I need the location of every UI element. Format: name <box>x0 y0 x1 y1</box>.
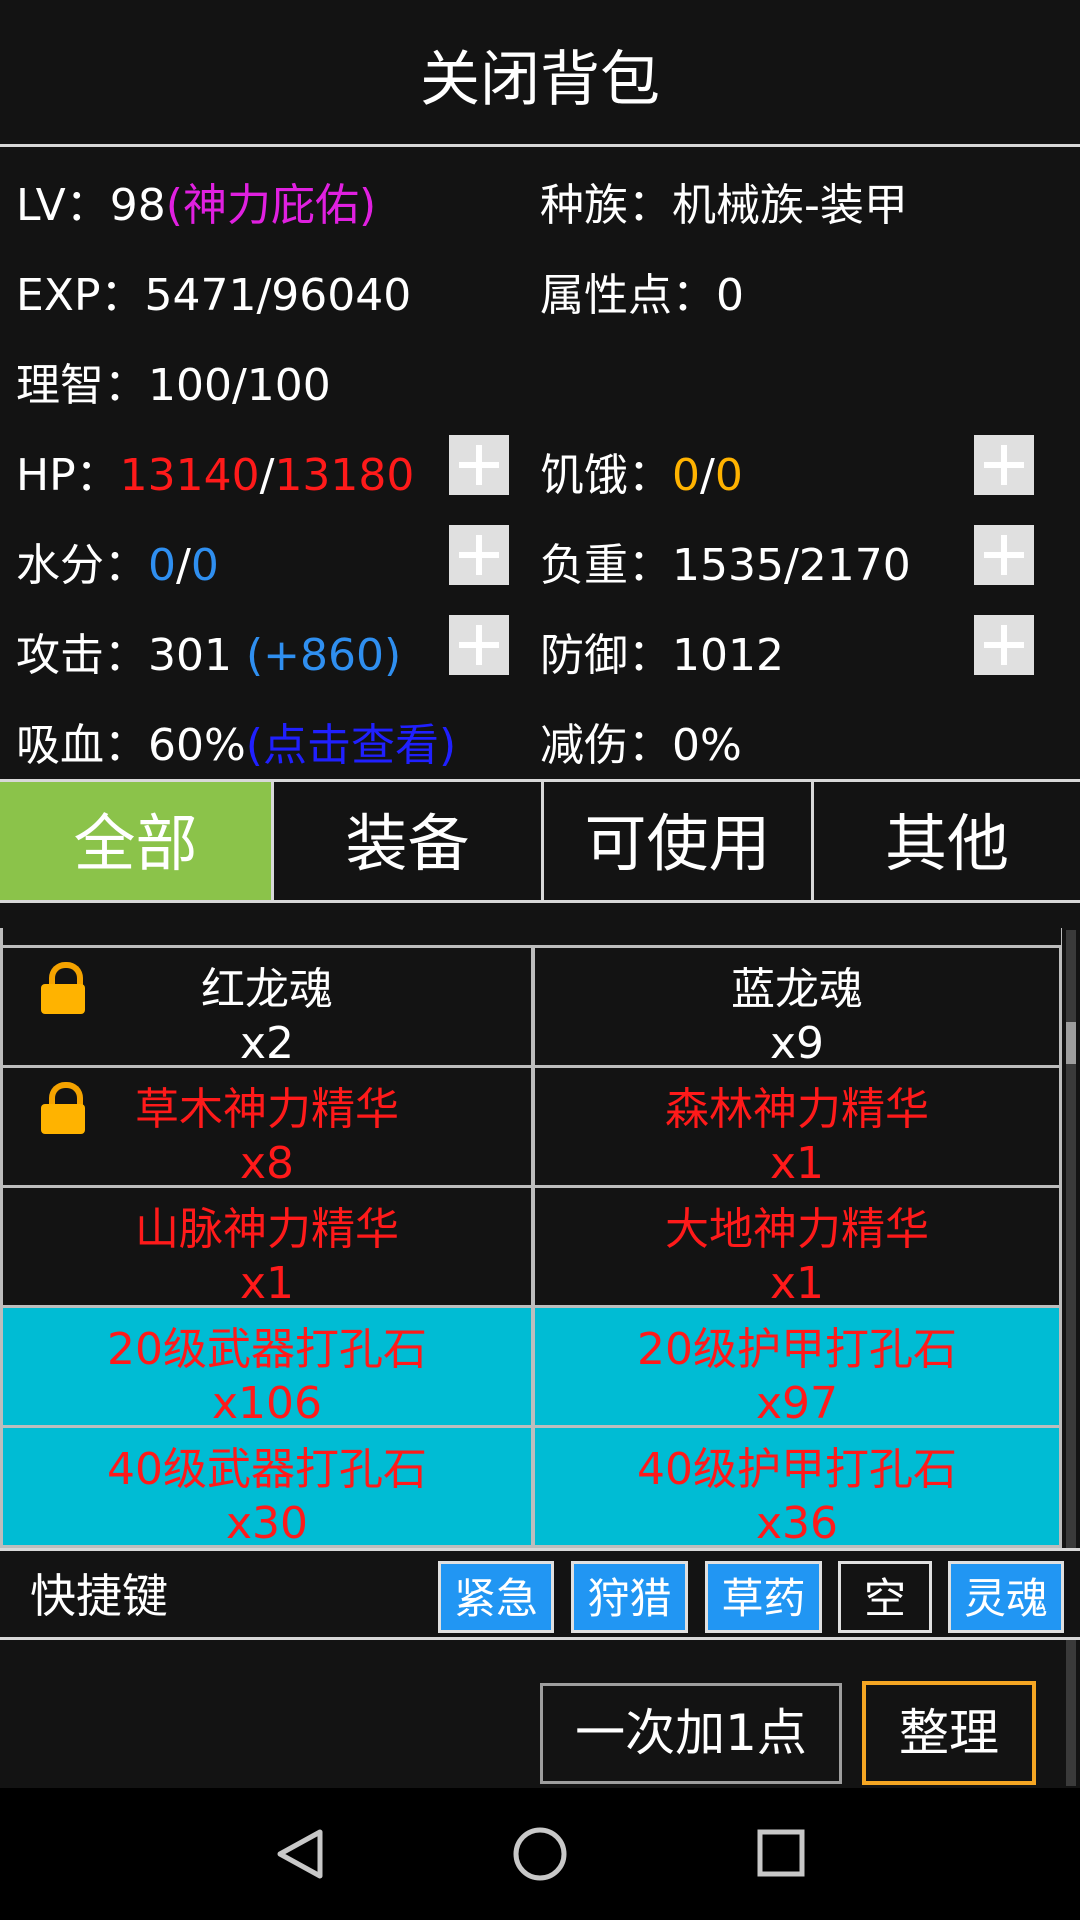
stat-load: 负重：1535/2170 <box>540 540 911 591</box>
stat-sanity: 理智：100/100 <box>16 360 331 411</box>
water-plus-button[interactable] <box>449 525 509 585</box>
recents-square-icon[interactable] <box>754 1826 810 1882</box>
item-count: x1 <box>769 1138 825 1188</box>
hp-plus-button[interactable] <box>449 435 509 495</box>
item-count: x30 <box>225 1498 309 1548</box>
item-name: 20级武器打孔石 <box>107 1324 427 1375</box>
item-count: x1 <box>239 1258 295 1308</box>
item-cell[interactable]: 红龙魂 x2 <box>0 945 534 1068</box>
item-name: 蓝龙魂 <box>731 964 863 1015</box>
item-cell[interactable]: 山脉神力精华 x1 <box>0 1185 534 1308</box>
stat-defense: 防御：1012 <box>540 630 784 681</box>
stat-attack: 攻击：301 (+860) <box>16 630 402 681</box>
shortcut-emergency[interactable]: 紧急 <box>438 1561 554 1633</box>
load-plus-button[interactable] <box>974 525 1034 585</box>
shortcut-label: 快捷键 <box>30 1569 168 1623</box>
item-name: 草木神力精华 <box>135 1084 399 1135</box>
item-name: 山脉神力精华 <box>135 1204 399 1255</box>
blessing-label: (神力庇佑) <box>165 180 377 231</box>
system-nav-bar <box>0 1788 1080 1920</box>
defense-plus-button[interactable] <box>974 615 1034 675</box>
hunger-plus-button[interactable] <box>974 435 1034 495</box>
item-name: 红龙魂 <box>201 964 333 1015</box>
back-triangle-icon[interactable] <box>270 1826 330 1882</box>
attack-plus-button[interactable] <box>449 615 509 675</box>
stat-water: 水分：0/0 <box>16 540 219 591</box>
item-cell[interactable]: 森林神力精华 x1 <box>532 1065 1062 1188</box>
stat-hunger: 饥饿：0/0 <box>540 450 743 501</box>
add-one-point-button[interactable]: 一次加1点 <box>540 1683 842 1784</box>
stat-level: LV：98(神力庇佑) <box>16 180 377 231</box>
item-cell[interactable]: 20级武器打孔石 x106 <box>0 1305 534 1428</box>
shortcut-herbs[interactable]: 草药 <box>705 1561 822 1633</box>
item-count: x97 <box>755 1378 839 1428</box>
shortcut-empty[interactable]: 空 <box>838 1561 932 1633</box>
item-count: x2 <box>239 1018 295 1068</box>
stat-damage-reduction: 减伤：0% <box>540 720 742 771</box>
item-count: x36 <box>755 1498 839 1548</box>
item-grid-scroll-thumb[interactable] <box>1066 1022 1076 1064</box>
stat-race: 种族：机械族-装甲 <box>540 180 908 231</box>
shortcut-bar: 快捷键 紧急 狩猎 草药 空 灵魂 <box>0 1548 1080 1640</box>
sort-button[interactable]: 整理 <box>862 1681 1036 1785</box>
item-grid: 红龙魂 x2 蓝龙魂 x9 草木神力精华 x8 森林神力精华 x1 山脉神力精华 x1 大地神力精华… <box>0 928 1062 1548</box>
item-cell[interactable]: 40级护甲打孔石 x36 <box>532 1425 1062 1548</box>
stat-lifesteal: 吸血：60%(点击查看) <box>16 720 457 771</box>
item-name: 大地神力精华 <box>665 1204 929 1255</box>
tab-equipment[interactable]: 装备 <box>271 782 541 900</box>
header-bar: 关闭背包 <box>0 0 1080 147</box>
shortcut-hunting[interactable]: 狩猎 <box>571 1561 688 1633</box>
stat-attribute-points: 属性点：0 <box>540 270 744 321</box>
item-count: x1 <box>769 1258 825 1308</box>
item-cell[interactable]: 40级武器打孔石 x30 <box>0 1425 534 1548</box>
item-name: 森林神力精华 <box>665 1084 929 1135</box>
item-cell[interactable]: 20级护甲打孔石 x97 <box>532 1305 1062 1428</box>
tab-all[interactable]: 全部 <box>0 782 271 900</box>
category-tabs: 全部 装备 可使用 其他 <box>0 779 1080 903</box>
item-cell[interactable]: 大地神力精华 x1 <box>532 1185 1062 1308</box>
shortcut-soul[interactable]: 灵魂 <box>948 1561 1064 1633</box>
close-bag-button[interactable]: 关闭背包 <box>0 40 1080 120</box>
home-circle-icon[interactable] <box>510 1824 570 1884</box>
lifesteal-details-link[interactable]: (点击查看) <box>246 720 456 771</box>
stat-exp: EXP：5471/96040 <box>16 270 412 321</box>
item-count: x106 <box>211 1378 323 1428</box>
item-cell[interactable]: 草木神力精华 x8 <box>0 1065 534 1188</box>
item-name: 20级护甲打孔石 <box>637 1324 957 1375</box>
tab-usable[interactable]: 可使用 <box>541 782 811 900</box>
item-count: x8 <box>239 1138 295 1188</box>
bottom-scrollbar[interactable] <box>1066 1640 1076 1786</box>
item-name: 40级武器打孔石 <box>107 1444 427 1495</box>
stat-hp: HP：13140/13180 <box>16 450 415 501</box>
item-cell[interactable]: 蓝龙魂 x9 <box>532 945 1062 1068</box>
item-name: 40级护甲打孔石 <box>637 1444 957 1495</box>
item-count: x9 <box>769 1018 825 1068</box>
tab-other[interactable]: 其他 <box>811 782 1080 900</box>
